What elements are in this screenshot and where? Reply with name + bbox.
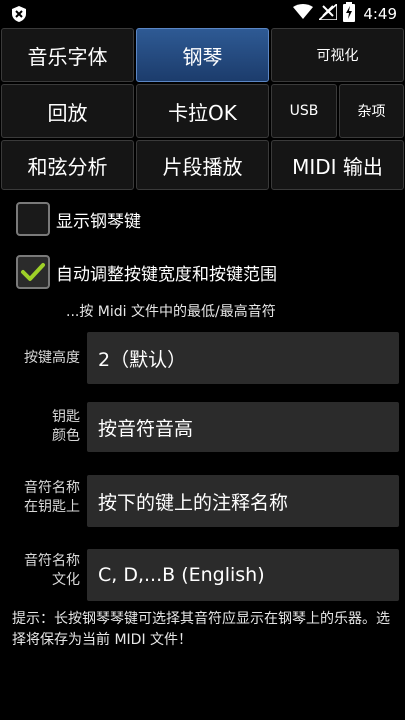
tab-karaoke[interactable]: 卡拉OK [136,84,269,138]
auto-adjust-checkbox[interactable] [16,255,50,289]
status-time: 4:49 [363,5,397,23]
key-color-select[interactable]: 按音符音高 [87,402,399,452]
show-piano-keys-checkbox[interactable] [16,202,50,236]
tab-visualize[interactable]: 可视化 [271,28,404,82]
signal-icon [317,2,339,24]
auto-adjust-hint: ...按 Midi 文件中的最低/最高音符 [66,304,276,320]
note-name-on-key-label: 音符名称 在钥匙上 [24,480,80,515]
tab-usb[interactable]: USB [271,84,337,138]
tab-misc[interactable]: 杂项 [339,84,404,138]
key-height-select[interactable]: 2（默认） [87,332,399,384]
tab-playback[interactable]: 回放 [1,84,134,138]
auto-adjust-row[interactable]: 自动调整按键宽度和按键范围 [16,255,277,289]
battery-charging-icon [343,2,356,26]
tab-midi-output[interactable]: MIDI 输出 [271,140,404,190]
key-color-label: 钥匙 颜色 [52,409,80,444]
tab-chord-analysis[interactable]: 和弦分析 [1,140,134,190]
show-piano-keys-label: 显示钢琴键 [56,211,141,232]
tab-segment-play[interactable]: 片段播放 [136,140,269,190]
note-name-on-key-select[interactable]: 按下的键上的注释名称 [87,475,399,527]
checkmark-icon [21,263,45,281]
shield-icon [10,5,28,23]
wifi-icon [293,4,314,24]
footer-tip: 提示：长按钢琴琴键可选择其音符应显示在钢琴上的乐器。选择将保存为当前 MIDI … [12,611,390,648]
show-piano-keys-row[interactable]: 显示钢琴键 [16,202,141,236]
note-name-culture-select[interactable]: C, D,...B (English) [87,549,399,601]
tab-music-font[interactable]: 音乐字体 [1,28,134,82]
tab-piano[interactable]: 钢琴 [136,28,269,82]
auto-adjust-label: 自动调整按键宽度和按键范围 [56,264,277,285]
note-name-culture-label: 音符名称 文化 [24,553,80,588]
status-bar: 4:49 [0,0,405,28]
key-height-label: 按键高度 [24,350,80,366]
